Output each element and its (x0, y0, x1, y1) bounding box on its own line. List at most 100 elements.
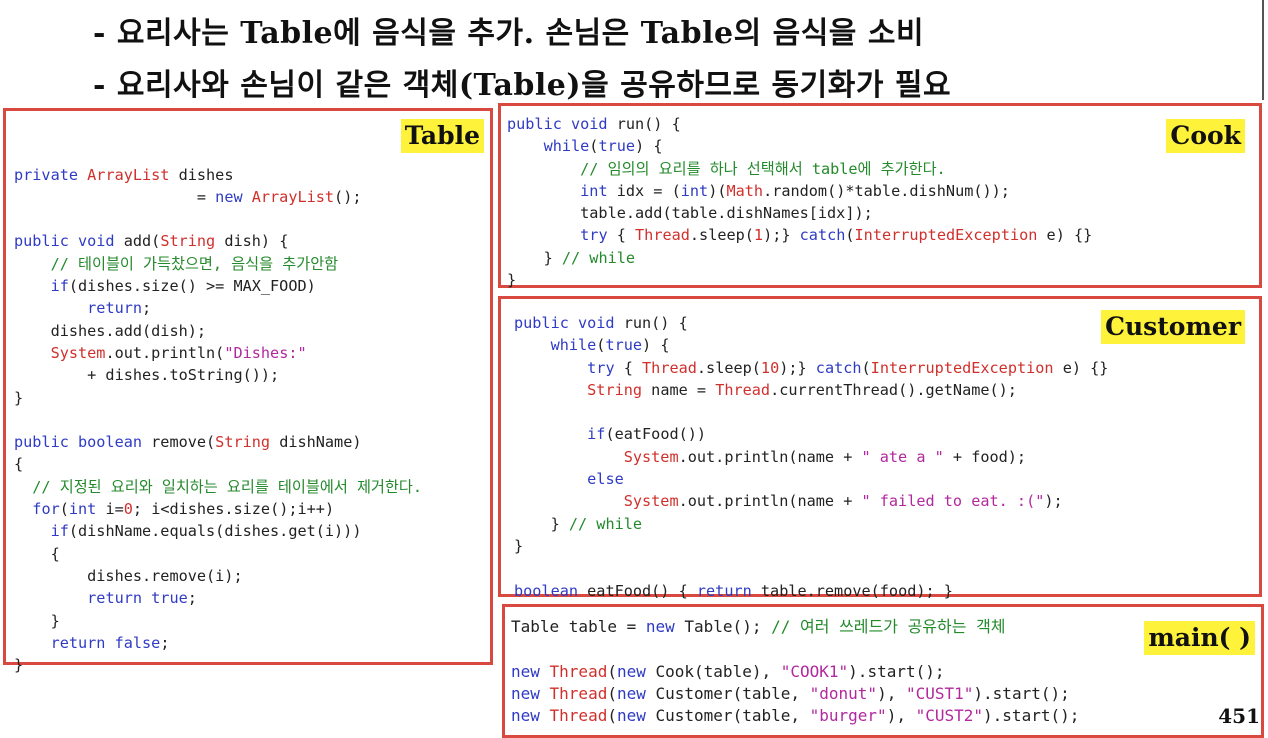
code-token: { (14, 455, 24, 474)
code-token: 1 (753, 226, 764, 245)
code-token: run() { (623, 314, 688, 332)
bullet-point-2: - 요리사와 손님이 같은 객체(Table)을 공유하므로 동기화가 필요 (93, 68, 952, 103)
code-token: // 테이블이 가득찼으면, 음식을 추가안함 (14, 254, 339, 273)
code-token: dishes.remove(i); (14, 566, 243, 585)
code-line: if(eatFood()) (514, 423, 1108, 445)
code-token: true (598, 137, 636, 156)
code-token: Thread (549, 661, 608, 681)
code-token: ), (886, 706, 916, 726)
code-token: public void (14, 232, 124, 251)
code-token: // 여러 쓰레드가 공유하는 객체 (771, 617, 1006, 636)
code-token: ; i<dishes.size();i++) (132, 500, 335, 519)
code-token: try (587, 358, 615, 377)
cook-label: Cook (1166, 119, 1245, 153)
code-token: while (543, 137, 590, 156)
code-token: + dishes.toString()); (14, 366, 280, 385)
code-token: ); (1044, 492, 1063, 511)
code-token: } (514, 536, 524, 555)
code-token: ( (59, 500, 69, 519)
code-token: (); (334, 187, 362, 206)
code-token: else (587, 470, 624, 489)
code-token: ; (160, 633, 170, 652)
code-token: int (680, 181, 709, 200)
code-token: e) {} (1053, 358, 1109, 377)
code-line: return true; (14, 587, 422, 609)
code-token: .sleep( (689, 226, 754, 245)
code-line: System.out.println(name + " ate a " + fo… (514, 446, 1108, 468)
code-token: public void (507, 115, 617, 133)
code-token: 0 (123, 500, 133, 519)
code-token: // while (568, 514, 643, 533)
code-token: ( (607, 706, 617, 726)
code-token: new (511, 661, 550, 681)
code-token: return false (50, 633, 161, 652)
code-line: { (14, 453, 422, 475)
slide-frame-edge (1262, 0, 1264, 100)
code-line: private ArrayList dishes (14, 164, 422, 186)
code-token: new (511, 683, 550, 703)
code-token: dishes.add(dish); (14, 321, 207, 340)
code-token: return true (87, 589, 188, 608)
code-token: ( (861, 358, 871, 377)
code-token: public boolean (14, 433, 152, 452)
code-token: int (580, 181, 608, 200)
code-token: new (645, 617, 685, 636)
code-token: ( (845, 226, 855, 245)
code-token: Thread (549, 683, 608, 703)
code-token: i= (96, 500, 124, 519)
code-token: ) { (642, 336, 670, 355)
code-token: Thread (715, 380, 771, 399)
code-token: catch (815, 358, 862, 377)
code-token: } (507, 248, 562, 267)
code-token: boolean (514, 581, 588, 600)
table-code: private ArrayList dishes = new ArrayList… (14, 119, 422, 676)
code-line: new Thread(new Customer(table, "burger")… (511, 705, 1079, 727)
code-token: (eatFood()) (605, 425, 707, 444)
code-token: { (614, 358, 643, 377)
code-line: } (507, 269, 1092, 291)
code-token: String (160, 232, 216, 251)
code-token: } (507, 271, 517, 290)
code-line: if(dishName.equals(dishes.get(i))) (14, 520, 422, 542)
code-token: System (50, 343, 106, 362)
code-line: // 임의의 요리를 하나 선택해서 table에 추가한다. (507, 158, 1092, 180)
code-token: " ate a " (861, 447, 944, 466)
code-token: Thread (642, 358, 697, 377)
code-token: try (580, 226, 608, 245)
code-token: ( (607, 683, 617, 703)
code-token: ; (142, 299, 152, 318)
code-line: } (514, 535, 1108, 557)
code-token: e) {} (1037, 226, 1093, 245)
code-line: public void run() { (514, 312, 1108, 334)
code-token: true (605, 336, 643, 355)
code-token: "CUST1" (905, 683, 974, 703)
code-token: );} (763, 226, 800, 245)
code-token: ; (187, 589, 197, 608)
customer-label: Customer (1101, 310, 1245, 344)
code-token: } (14, 656, 24, 675)
code-token: table.add(table.dishNames[idx]); (507, 204, 873, 223)
code-token: ).start(); (848, 661, 945, 681)
code-line: for(int i=0; i<dishes.size();i++) (14, 498, 422, 520)
code-token: // while (561, 248, 636, 267)
code-line: Table table = new Table(); // 여러 쓰레드가 공유… (511, 616, 1079, 638)
code-line: boolean eatFood() { return table.remove(… (514, 580, 1108, 602)
code-token: eatFood() { (587, 581, 697, 600)
code-line: } (14, 654, 422, 676)
code-token: return (696, 581, 752, 600)
code-line: dishes.add(dish); (14, 320, 422, 342)
code-token: (dishName.equals(dishes.get(i))) (68, 522, 362, 541)
code-token: ).start(); (983, 706, 1080, 726)
code-line: table.add(table.dishNames[idx]); (507, 202, 1092, 224)
code-line: // 테이블이 가득찼으면, 음식을 추가안함 (14, 253, 422, 275)
